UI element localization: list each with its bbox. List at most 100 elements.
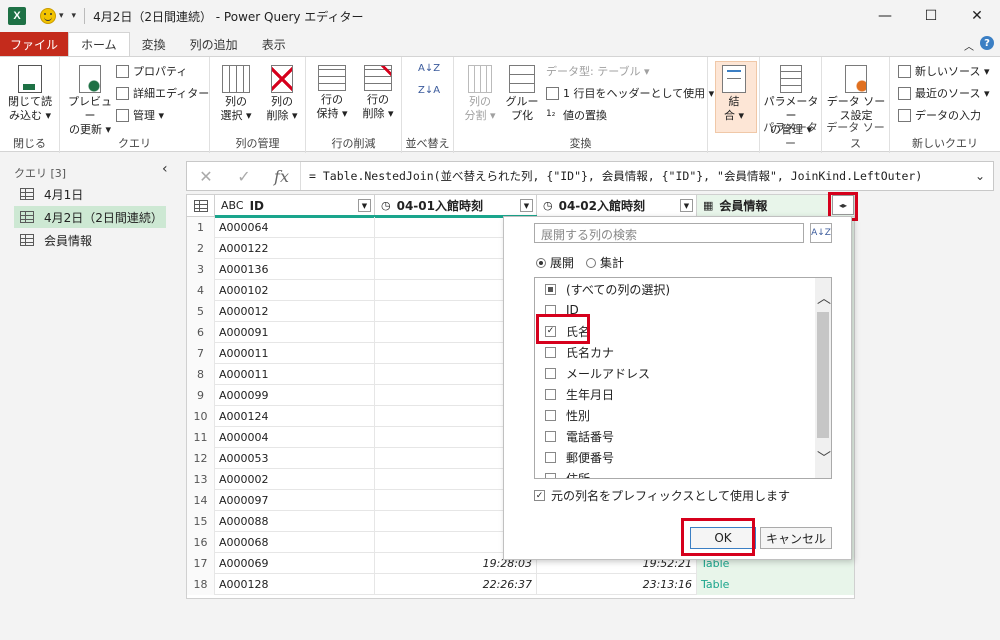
column-checkbox-item[interactable]: 性別	[545, 405, 590, 425]
column-checkbox-item[interactable]: ✓ 氏名	[545, 321, 590, 341]
advanced-editor-button[interactable]: 詳細エディター	[116, 85, 209, 101]
close-and-load-button[interactable]: 閉じて読 み込む ▾	[6, 65, 54, 123]
preview-refresh-button[interactable]: プレビュー の更新 ▾	[64, 65, 116, 137]
remove-rows-button[interactable]: 行の 削除 ▾	[356, 65, 400, 121]
ok-button[interactable]: OK	[690, 527, 756, 549]
cell-id[interactable]: A000088	[215, 511, 375, 532]
scroll-up-icon[interactable]: ︿	[817, 288, 831, 308]
cell-time-0401[interactable]: 22:26:37	[375, 574, 537, 595]
text-type-icon[interactable]: ABC	[221, 199, 244, 212]
table-row[interactable]: 18 A000128 22:26:37 23:13:16 Table	[187, 574, 854, 595]
new-source-button[interactable]: 新しいソース ▾	[898, 63, 989, 79]
cancel-button[interactable]: キャンセル	[760, 527, 832, 549]
table-type-icon[interactable]: ▦	[703, 199, 713, 212]
query-item[interactable]: 4月1日	[14, 183, 166, 205]
tab-view[interactable]: 表示	[250, 32, 298, 56]
column-checkbox-item[interactable]: 電話番号	[545, 426, 614, 446]
cell-id[interactable]: A000012	[215, 301, 375, 322]
sort-ascending-button[interactable]: A↓Z	[418, 63, 440, 74]
maximize-button[interactable]: ☐	[908, 0, 954, 32]
recent-sources-button[interactable]: 最近のソース ▾	[898, 85, 989, 101]
column-checkbox-item[interactable]: 生年月日	[545, 384, 614, 404]
cell-id[interactable]: A000002	[215, 469, 375, 490]
filter-dropdown-icon[interactable]: ▼	[520, 199, 533, 212]
cell-id[interactable]: A000064	[215, 217, 375, 238]
scrollbar-thumb[interactable]	[817, 312, 829, 438]
column-checkbox-item[interactable]: 郵便番号	[545, 447, 614, 467]
cell-id[interactable]: A000053	[215, 448, 375, 469]
tab-file[interactable]: ファイル	[0, 32, 69, 56]
cell-id[interactable]: A000102	[215, 280, 375, 301]
enter-data-button[interactable]: データの入力	[898, 107, 981, 123]
cell-id[interactable]: A000011	[215, 364, 375, 385]
checkbox[interactable]	[545, 430, 556, 442]
smiley-feedback-icon[interactable]	[40, 8, 56, 24]
properties-button[interactable]: プロパティ	[116, 63, 187, 79]
radio-aggregate[interactable]: 集計	[586, 254, 624, 271]
tab-transform[interactable]: 変換	[130, 32, 178, 56]
sort-columns-icon[interactable]: A↓Z	[810, 223, 832, 243]
confirm-formula-icon[interactable]: ✓	[225, 162, 263, 190]
column-checkbox-item[interactable]: (すべての列の選択)	[545, 279, 670, 299]
column-header-id[interactable]: ABC ID ▼	[215, 195, 375, 218]
cell-id[interactable]: A000069	[215, 553, 375, 574]
radio-expand[interactable]: 展開	[536, 254, 574, 271]
close-window-button[interactable]: ✕	[954, 0, 1000, 32]
cell-id[interactable]: A000004	[215, 427, 375, 448]
checkbox[interactable]	[545, 451, 556, 463]
cell-id[interactable]: A000011	[215, 343, 375, 364]
remove-columns-button[interactable]: 列の 削除 ▾	[260, 65, 304, 123]
cell-id[interactable]: A000122	[215, 238, 375, 259]
tab-home[interactable]: ホーム	[68, 32, 130, 56]
customize-qat-icon[interactable]: ▾	[72, 11, 77, 21]
column-header-0401[interactable]: ◷ 04-01入館時刻 ▼	[375, 195, 537, 218]
column-search-input[interactable]: 展開する列の検索	[534, 223, 804, 243]
scroll-down-icon[interactable]: ﹀	[817, 448, 831, 468]
time-type-icon[interactable]: ◷	[543, 199, 553, 212]
fx-icon[interactable]: fx	[263, 162, 301, 190]
cell-id[interactable]: A000097	[215, 490, 375, 511]
minimize-button[interactable]: —	[862, 0, 908, 32]
cell-time-0402[interactable]: 23:13:16	[537, 574, 697, 595]
formula-input[interactable]: = Table.NestedJoin(並べ替えられた列, {"ID"}, 会員情…	[301, 168, 967, 184]
cancel-formula-icon[interactable]: ✕	[187, 162, 225, 190]
query-item-selected[interactable]: 4月2日（2日間連続）	[14, 206, 166, 228]
checkbox[interactable]: ✓	[545, 325, 556, 337]
keep-rows-button[interactable]: 行の 保持 ▾	[310, 65, 354, 121]
expand-column-button[interactable]: ◂▸	[832, 195, 854, 215]
checkbox[interactable]	[545, 388, 556, 400]
checkbox[interactable]	[545, 346, 556, 358]
group-by-button[interactable]: グルー プ化	[502, 65, 542, 123]
cell-id[interactable]: A000091	[215, 322, 375, 343]
use-first-row-headers-button[interactable]: 1 行目をヘッダーとして使用 ▾	[546, 85, 714, 101]
cell-id[interactable]: A000136	[215, 259, 375, 280]
use-prefix-checkbox[interactable]: ✓ 元の列名をプレフィックスとして使用します	[534, 487, 790, 504]
replace-values-button[interactable]: 1₂ 値の置換	[546, 107, 607, 123]
filter-dropdown-icon[interactable]: ▼	[358, 199, 371, 212]
table-menu-button[interactable]	[187, 195, 215, 217]
cell-id[interactable]: A000128	[215, 574, 375, 595]
cell-id[interactable]: A000099	[215, 385, 375, 406]
collapse-ribbon-icon[interactable]: ︿	[964, 38, 974, 53]
filter-dropdown-icon[interactable]: ▼	[680, 199, 693, 212]
data-source-settings-button[interactable]: データ ソー ス設定	[826, 65, 886, 123]
checkbox[interactable]	[545, 367, 556, 379]
data-type-dropdown[interactable]: データ型: テーブル ▾	[546, 63, 650, 79]
column-header-0402[interactable]: ◷ 04-02入館時刻 ▼	[537, 195, 697, 217]
cell-id[interactable]: A000124	[215, 406, 375, 427]
column-checkbox-item[interactable]: ID	[545, 300, 579, 320]
checklist-scrollbar[interactable]: ︿ ﹀	[815, 278, 831, 478]
manage-button[interactable]: 管理 ▾	[116, 107, 164, 123]
cell-member-info[interactable]: Table	[697, 574, 854, 595]
column-checkbox-item[interactable]: 住所	[545, 468, 590, 478]
checkbox[interactable]	[545, 409, 556, 421]
combine-button[interactable]: 結 合 ▾	[714, 65, 754, 123]
choose-columns-button[interactable]: 列の 選択 ▾	[214, 65, 258, 123]
feedback-dropdown-icon[interactable]: ▾	[59, 11, 64, 21]
help-icon[interactable]: ?	[980, 36, 994, 50]
tab-add-column[interactable]: 列の追加	[178, 32, 250, 56]
sort-descending-button[interactable]: Z↓A	[418, 85, 440, 96]
checkbox[interactable]	[545, 304, 556, 316]
column-checkbox-item[interactable]: メールアドレス	[545, 363, 650, 383]
expand-formula-icon[interactable]: ⌄	[967, 169, 993, 183]
